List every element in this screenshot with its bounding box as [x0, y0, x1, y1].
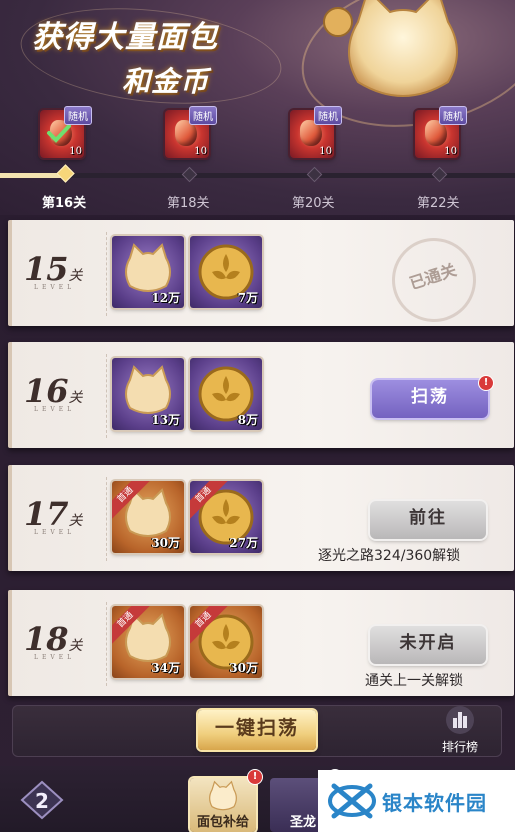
banner-title-line2: 和金币 [122, 65, 210, 98]
reward-item[interactable]: 7万 [190, 236, 262, 308]
milestone-reward[interactable]: 随机 10 [165, 106, 217, 158]
milestone-reward[interactable]: 随机 10 [40, 106, 92, 158]
random-tag: 随机 [314, 106, 342, 125]
reward-item[interactable]: 首通 27万 [190, 481, 262, 553]
reward-item[interactable]: 首通 30万 [190, 606, 262, 678]
milestone-label: 第16关 [42, 196, 87, 211]
site-watermark: 银本软件园 [318, 770, 515, 832]
reward-amount: 8万 [237, 413, 258, 427]
milestone-label: 第20关 [292, 196, 335, 211]
level-unit: 关 [68, 513, 83, 529]
reward-amount: 12万 [151, 291, 180, 305]
random-tag: 随机 [64, 106, 92, 125]
divider [106, 477, 108, 561]
random-tag: 随机 [189, 106, 217, 125]
progress-node [306, 166, 323, 183]
divider [106, 354, 108, 438]
reward-item[interactable]: 首通 34万 [112, 606, 184, 678]
level-num: 18 [24, 620, 69, 658]
reward-amount: 30万 [151, 536, 180, 550]
level-number: 16关 LEVEL [24, 372, 102, 413]
milestone-label: 第22关 [417, 196, 460, 211]
leaderboard-label: 排行榜 [441, 740, 478, 754]
reward-count: 10 [194, 146, 207, 157]
unlock-hint: 通关上一关解锁 [365, 673, 463, 689]
level-num: 17 [24, 495, 69, 533]
reward-item[interactable]: 13万 [112, 358, 184, 430]
level-number: 15关 LEVEL [24, 250, 102, 291]
level-sub: LEVEL [34, 406, 76, 413]
goto-label: 前往 [409, 508, 447, 528]
level-card: 16关 LEVEL 13万 8万 扫荡 ! [8, 342, 514, 448]
reward-amount: 34万 [151, 661, 180, 675]
reward-amount: 30万 [229, 661, 258, 675]
alert-badge: ! [479, 376, 493, 390]
level-sub: LEVEL [34, 654, 76, 661]
milestone-label: 第18关 [167, 196, 210, 211]
level-card: 17关 LEVEL 首通 30万 首通 27万 前往 逐光之路324/360解锁 [8, 465, 514, 571]
level-card: 15关 LEVEL 12万 7万 已通关 [8, 220, 514, 333]
reward-count: 10 [444, 146, 457, 157]
reward-item[interactable]: 首通 30万 [112, 481, 184, 553]
progress-node [181, 166, 198, 183]
locked-button[interactable]: 未开启 [370, 626, 486, 664]
level-unit: 关 [68, 390, 83, 406]
reward-amount: 7万 [237, 291, 258, 305]
sweep-label: 扫荡 [411, 387, 449, 407]
unlock-hint: 逐光之路324/360解锁 [318, 548, 461, 564]
watermark-text: 银本软件园 [382, 790, 487, 815]
progress-node [431, 166, 448, 183]
svg-text:2: 2 [35, 789, 49, 813]
reward-item[interactable]: 12万 [112, 236, 184, 308]
leaderboard-icon [446, 706, 474, 734]
level-unit: 关 [68, 638, 83, 654]
divider [106, 232, 108, 316]
level-num: 15 [24, 250, 69, 288]
level-number: 18关 LEVEL [24, 620, 102, 661]
game-screen: 获得大量面包 和金币 随机 10 随机 10 随机 10 随机 10 第16关 [0, 0, 515, 832]
event-banner: 获得大量面包 和金币 随机 10 随机 10 随机 10 随机 10 第16关 [0, 0, 515, 215]
reward-count: 10 [69, 146, 82, 157]
watermark-logo-icon [328, 783, 376, 819]
milestone-reward[interactable]: 随机 10 [290, 106, 342, 158]
goto-button[interactable]: 前往 [370, 501, 486, 539]
game-logo-icon[interactable]: 2 [16, 778, 68, 822]
random-tag: 随机 [439, 106, 467, 125]
leaderboard-button[interactable]: 排行榜 [436, 706, 484, 758]
level-sub: LEVEL [34, 284, 76, 291]
level-num: 16 [24, 372, 69, 410]
sweep-button[interactable]: 扫荡 [372, 380, 488, 418]
reward-count: 10 [319, 146, 332, 157]
milestone-reward[interactable]: 随机 10 [415, 106, 467, 158]
check-icon [47, 124, 71, 143]
tab-bread-supply[interactable]: 面包补给 [190, 778, 256, 832]
level-card: 18关 LEVEL 首通 34万 首通 30万 未开启 通关上一关解锁 [8, 590, 514, 696]
reward-amount: 27万 [229, 536, 258, 550]
tab-label: 面包补给 [196, 815, 249, 830]
bread-icon [209, 780, 237, 811]
bread-illustration-icon [323, 0, 458, 97]
level-number: 17关 LEVEL [24, 495, 102, 536]
cleared-stamp: 已通关 [381, 227, 487, 333]
one-key-sweep-button[interactable]: 一键扫荡 [198, 710, 316, 750]
alert-badge: ! [248, 770, 262, 784]
locked-label: 未开启 [399, 633, 457, 653]
progress-node [56, 164, 75, 183]
reward-item[interactable]: 8万 [190, 358, 262, 430]
level-sub: LEVEL [34, 529, 76, 536]
divider [106, 602, 108, 686]
banner-title-line1: 获得大量面包 [32, 20, 218, 55]
level-unit: 关 [68, 268, 83, 284]
reward-amount: 13万 [151, 413, 180, 427]
